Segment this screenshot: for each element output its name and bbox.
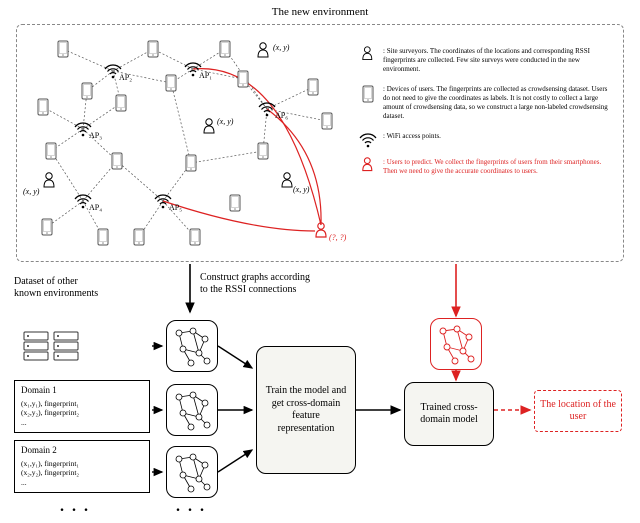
- domain-2-lines: (x₁,y₁), fingerprint₁ (x₂,y₂), fingerpri…: [21, 459, 143, 488]
- trained-model-box: Trained cross-domain model: [404, 382, 494, 446]
- title-new-environment: The new environment: [272, 6, 369, 18]
- train-model-text: Train the model and get cross-domain fea…: [263, 385, 349, 435]
- location-output-box: The location of the user: [534, 390, 622, 432]
- coord-label-3: (x, y): [217, 117, 233, 126]
- ellipsis-domains: . . .: [60, 498, 90, 516]
- legend-surveyor: : Site surveyors. The coordinates of the…: [359, 47, 615, 73]
- coord-label-1: (x, y): [273, 43, 289, 52]
- phone-icon: [359, 85, 377, 103]
- person-red-icon: [359, 158, 377, 172]
- ap-label-2: AP₂: [119, 73, 132, 82]
- legend-predict: : Users to predict. We collect the finge…: [359, 158, 615, 176]
- graph-box-new-env: [166, 320, 218, 372]
- ap-label-5: AP₄: [89, 203, 102, 212]
- ap-label-3: AP₃: [89, 131, 102, 140]
- environment-box: (x, y) (x, y) (x, y) (x, y) (?, ?) AP₁ A…: [16, 24, 624, 262]
- coord-label-2: (x, y): [23, 187, 39, 196]
- wifi-icon: [359, 132, 377, 146]
- coord-unknown: (?, ?): [329, 233, 346, 242]
- network-diagram: (x, y) (x, y) (x, y) (x, y) (?, ?) AP₁ A…: [23, 31, 353, 257]
- legend-device-text: : Devices of users. The fingerprints are…: [383, 85, 615, 120]
- person-icon: [359, 47, 377, 61]
- ellipsis-graphs: . . .: [176, 498, 206, 516]
- domain-1-lines: (x₁,y₁), fingerprint₁ (x₂,y₂), fingerpri…: [21, 399, 143, 428]
- legend-predict-text: : Users to predict. We collect the finge…: [383, 158, 615, 176]
- ap-label-1: AP₁: [199, 71, 212, 80]
- dataset-title: Dataset of other known environments: [14, 276, 144, 300]
- train-model-box: Train the model and get cross-domain fea…: [256, 346, 356, 474]
- legend-surveyor-text: : Site surveyors. The coordinates of the…: [383, 47, 615, 73]
- domain-1-title: Domain 1: [21, 385, 143, 397]
- construct-graphs-label: Construct graphs according to the RSSI c…: [200, 272, 310, 296]
- location-output-text: The location of the user: [539, 399, 617, 423]
- trained-model-text: Trained cross-domain model: [411, 402, 487, 426]
- legend-device: : Devices of users. The fingerprints are…: [359, 85, 615, 120]
- legend-wifi: : WiFi access points.: [359, 132, 615, 146]
- domain-2-box: Domain 2 (x₁,y₁), fingerprint₁ (x₂,y₂), …: [14, 440, 150, 493]
- graph-box-predict: [430, 318, 482, 370]
- domain-1-box: Domain 1 (x₁,y₁), fingerprint₁ (x₂,y₂), …: [14, 380, 150, 433]
- domain-2-title: Domain 2: [21, 445, 143, 457]
- ap-label-4: AP₆: [275, 111, 288, 120]
- coord-label-4: (x, y): [293, 185, 309, 194]
- servers-icon: [22, 328, 82, 366]
- graph-box-domain1: [166, 384, 218, 436]
- ap-label-6: AP₅: [169, 203, 182, 212]
- legend-wifi-text: : WiFi access points.: [383, 132, 441, 141]
- flow-diagram: Construct graphs according to the RSSI c…: [0, 272, 640, 523]
- legend: : Site surveyors. The coordinates of the…: [359, 47, 615, 188]
- graph-box-domain2: [166, 446, 218, 498]
